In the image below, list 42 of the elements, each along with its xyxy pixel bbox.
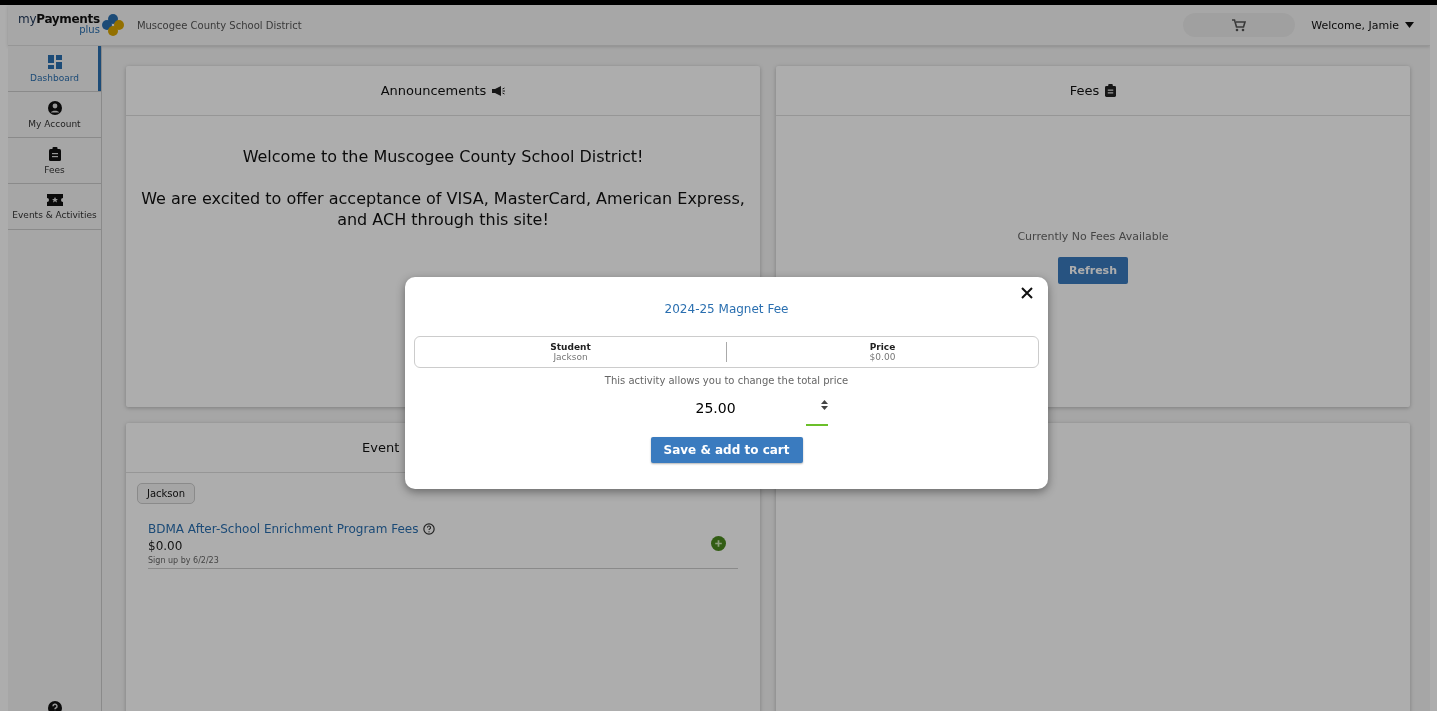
student-filter-chip[interactable]: Jackson (137, 483, 196, 504)
refresh-button[interactable]: Refresh (1058, 257, 1128, 284)
sidebar-item[interactable]: Dashboard (8, 46, 101, 92)
dashboard-icon (47, 54, 62, 69)
help-icon[interactable] (47, 701, 62, 711)
logo[interactable]: myPayments plus (18, 13, 125, 37)
logo-icon (100, 13, 125, 37)
column-heading: Price (869, 342, 896, 352)
sidebar-item[interactable]: My Account (8, 92, 101, 138)
spinner-icon[interactable] (820, 400, 828, 410)
announcement-text: Welcome to the Muscogee County School District! (241, 146, 645, 168)
table-cell: Jackson (553, 352, 588, 362)
announcement-text: We are excited to offer acceptance of VISA, MasterCard, American Express, and ACH through this site! (140, 187, 746, 231)
add-icon[interactable] (711, 536, 726, 551)
sidebar-item[interactable]: Fees (8, 138, 101, 184)
card-title: Announcements (380, 83, 487, 98)
close-icon[interactable] (1021, 287, 1033, 299)
cart-icon (1232, 18, 1247, 32)
card-title: Event (362, 440, 400, 455)
card-title: Fees (1069, 83, 1100, 98)
sidebar-item[interactable]: Events & Activities (8, 184, 101, 230)
clipboard-icon (1105, 84, 1117, 97)
cart-button[interactable] (1183, 13, 1296, 37)
ticket-icon (46, 193, 63, 206)
activity-link[interactable]: BDMA After-School Enrichment Program Fees (148, 522, 419, 536)
logo-subtext: plus (79, 25, 100, 35)
activity-price: $0.00 (148, 539, 184, 553)
logo-text: myPayments (18, 13, 100, 25)
user-icon (47, 100, 62, 115)
dialog-title: 2024-25 Magnet Fee (664, 302, 789, 316)
signup-deadline: Sign up by 6/2/23 (148, 556, 220, 565)
caret-icon (1405, 22, 1414, 28)
save-add-to-cart-button[interactable]: Save & add to cart (650, 437, 803, 463)
table-cell: $0.00 (869, 352, 896, 362)
empty-message: Currently No Fees Available (1017, 230, 1169, 243)
column-heading: Student (550, 342, 591, 352)
district-name: Muscogee County School District (136, 19, 302, 31)
price-note: This activity allows you to change the total price (604, 375, 849, 386)
clipboard-icon (48, 146, 61, 161)
help-icon[interactable] (423, 523, 436, 535)
user-menu[interactable]: Welcome, Jamie (1305, 17, 1420, 33)
megaphone-icon (492, 85, 506, 96)
